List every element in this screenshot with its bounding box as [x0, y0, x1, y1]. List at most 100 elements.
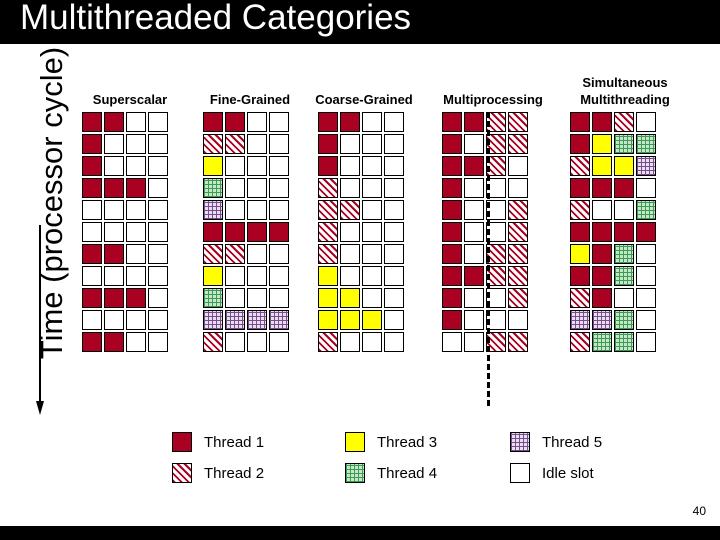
slot-cell	[570, 222, 590, 242]
slot-cell	[82, 200, 102, 220]
slot-cell	[126, 134, 146, 154]
slot-cell	[614, 332, 634, 352]
page-number: 40	[692, 504, 706, 518]
slot-cell	[592, 134, 612, 154]
slot-cell	[82, 266, 102, 286]
slot-cell	[247, 310, 267, 330]
slot-cell	[247, 288, 267, 308]
slot-cell	[592, 310, 612, 330]
slot-cell	[570, 200, 590, 220]
slot-cell	[570, 310, 590, 330]
slot-cell	[592, 288, 612, 308]
grid-simultaneous-multithreading	[570, 112, 656, 352]
slot-cell	[126, 156, 146, 176]
slot-cell	[126, 200, 146, 220]
slot-cell	[148, 222, 168, 242]
slot-cell	[104, 332, 124, 352]
legend-item-thread-3: Thread 3	[345, 432, 437, 452]
slot-cell	[636, 112, 656, 132]
slot-cell	[636, 156, 656, 176]
slot-cell	[614, 134, 634, 154]
legend-label-thread-3: Thread 3	[377, 433, 438, 451]
slot-cell	[384, 134, 404, 154]
slot-cell	[592, 178, 612, 198]
slot-cell	[104, 266, 124, 286]
slot-cell	[340, 222, 360, 242]
slot-cell	[592, 244, 612, 264]
slot-cell	[82, 244, 102, 264]
column-header-superscalar: Superscalar	[92, 92, 168, 107]
slot-cell	[570, 332, 590, 352]
slot-cell	[570, 156, 590, 176]
slot-cell	[464, 112, 484, 132]
slot-cell	[340, 332, 360, 352]
slot-cell	[203, 112, 223, 132]
slot-cell	[104, 310, 124, 330]
legend-item-thread-5: Thread 5	[510, 432, 602, 452]
slot-cell	[508, 288, 528, 308]
slot-cell	[384, 310, 404, 330]
slot-cell	[384, 266, 404, 286]
legend-swatch-thread-1	[172, 432, 192, 452]
legend-label-idle-slot: Idle slot	[542, 464, 594, 482]
slot-cell	[442, 156, 462, 176]
slot-cell	[384, 244, 404, 264]
slot-cell	[442, 222, 462, 242]
slot-cell	[636, 310, 656, 330]
slot-cell	[570, 244, 590, 264]
slot-cell	[148, 200, 168, 220]
slot-cell	[508, 200, 528, 220]
slot-cell	[614, 244, 634, 264]
slot-cell	[464, 134, 484, 154]
slot-cell	[614, 156, 634, 176]
slot-cell	[614, 266, 634, 286]
slot-cell	[247, 112, 267, 132]
legend-item-thread-1: Thread 1	[172, 432, 264, 452]
slot-cell	[508, 244, 528, 264]
slot-cell	[340, 244, 360, 264]
legend-item-thread-4: Thread 4	[345, 463, 437, 483]
slot-cell	[247, 200, 267, 220]
grid-fine-grained	[203, 112, 289, 352]
grid-multiprocessing	[442, 112, 528, 352]
column-header-multiprocessing: Multiprocessing	[443, 92, 543, 107]
slot-cell	[318, 156, 338, 176]
slot-cell	[126, 332, 146, 352]
grid-coarse-grained	[318, 112, 404, 352]
slot-cell	[464, 288, 484, 308]
slot-cell	[362, 332, 382, 352]
legend-swatch-thread-2	[172, 463, 192, 483]
legend-swatch-idle-slot	[510, 463, 530, 483]
slot-cell	[362, 244, 382, 264]
slot-cell	[592, 266, 612, 286]
slot-cell	[318, 200, 338, 220]
slot-cell	[614, 178, 634, 198]
slot-cell	[508, 134, 528, 154]
slot-cell	[203, 222, 223, 242]
slot-cell	[148, 112, 168, 132]
slot-cell	[340, 288, 360, 308]
column-header-fine-grained: Fine-Grained	[209, 92, 291, 107]
slot-cell	[442, 244, 462, 264]
slot-cell	[126, 178, 146, 198]
footer-bar	[0, 526, 720, 540]
slot-cell	[203, 244, 223, 264]
slot-cell	[592, 332, 612, 352]
slot-cell	[126, 244, 146, 264]
slot-cell	[225, 288, 245, 308]
slot-cell	[636, 266, 656, 286]
slot-cell	[384, 222, 404, 242]
slot-cell	[269, 266, 289, 286]
slot-cell	[464, 310, 484, 330]
slot-cell	[225, 266, 245, 286]
slot-cell	[126, 310, 146, 330]
slot-cell	[508, 266, 528, 286]
slot-cell	[464, 244, 484, 264]
slot-cell	[104, 200, 124, 220]
slot-cell	[362, 134, 382, 154]
column-header-simultaneous-multithreading: Simultaneous Multithreading	[580, 75, 670, 107]
slot-cell	[318, 310, 338, 330]
slot-cell	[442, 178, 462, 198]
slot-cell	[442, 310, 462, 330]
legend-item-idle-slot: Idle slot	[510, 463, 594, 483]
